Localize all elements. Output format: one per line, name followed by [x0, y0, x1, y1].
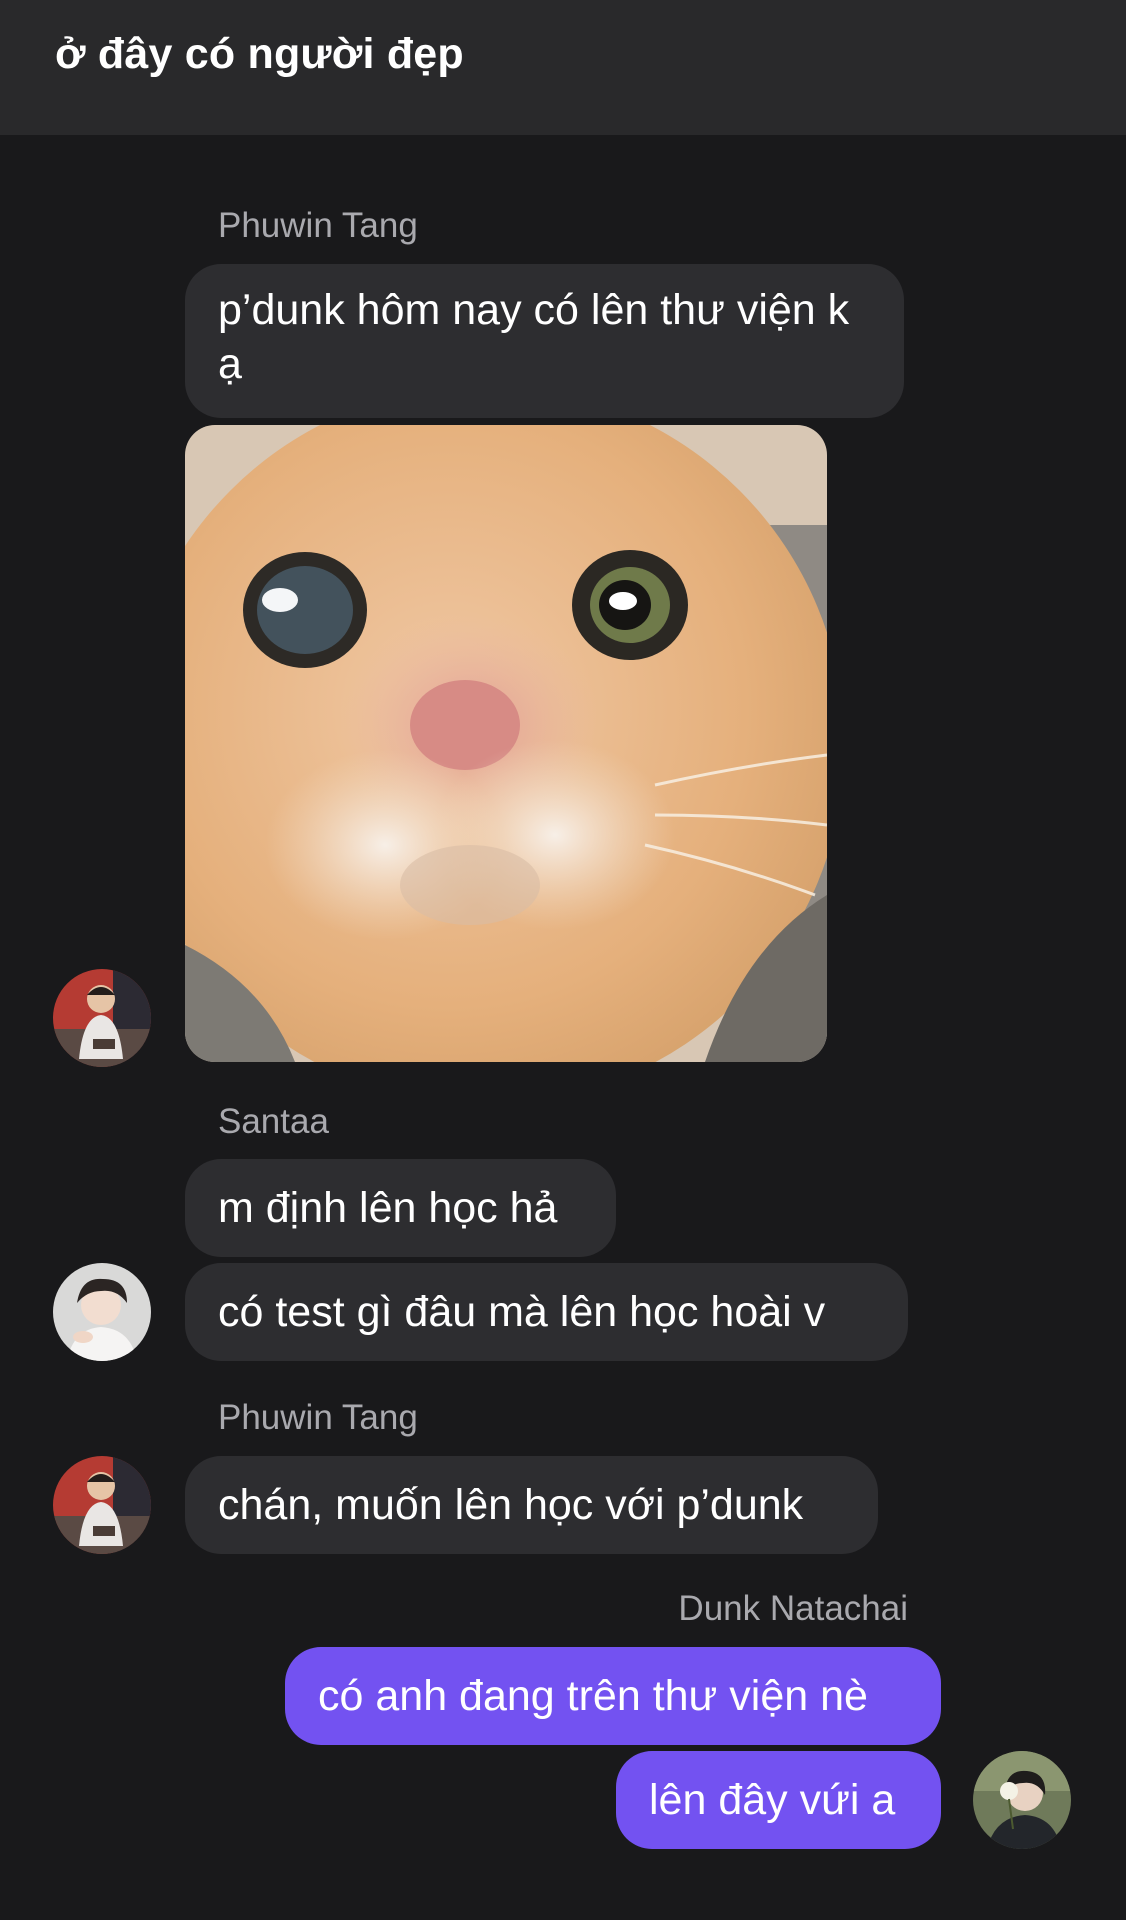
message-bubble[interactable]: m định lên học hả	[185, 1159, 616, 1257]
phuwin-avatar[interactable]	[53, 969, 151, 1067]
chat-title[interactable]: ở đây có người đẹp	[55, 30, 464, 79]
sender-name-phuwin: Phuwin Tang	[218, 1398, 418, 1437]
phuwin-avatar[interactable]	[53, 1456, 151, 1554]
sender-name-phuwin: Phuwin Tang	[218, 206, 418, 245]
chat-header: ở đây có người đẹp	[0, 0, 1126, 135]
santaa-avatar[interactable]	[53, 1263, 151, 1361]
my-message-bubble[interactable]: có anh đang trên thư viện nè	[285, 1647, 941, 1745]
my-message-bubble[interactable]: lên đây vứi a	[616, 1751, 941, 1849]
cat-photo[interactable]	[185, 425, 827, 1062]
message-bubble[interactable]: chán, muốn lên học với p’dunk	[185, 1456, 878, 1554]
sender-name-dunk: Dunk Natachai	[678, 1589, 908, 1628]
message-bubble[interactable]: p’dunk hôm nay có lên thư viện k ạ	[185, 264, 904, 418]
dunk-avatar[interactable]	[973, 1751, 1071, 1849]
sender-name-santaa: Santaa	[218, 1102, 329, 1141]
message-bubble[interactable]: có test gì đâu mà lên học hoài v	[185, 1263, 908, 1361]
